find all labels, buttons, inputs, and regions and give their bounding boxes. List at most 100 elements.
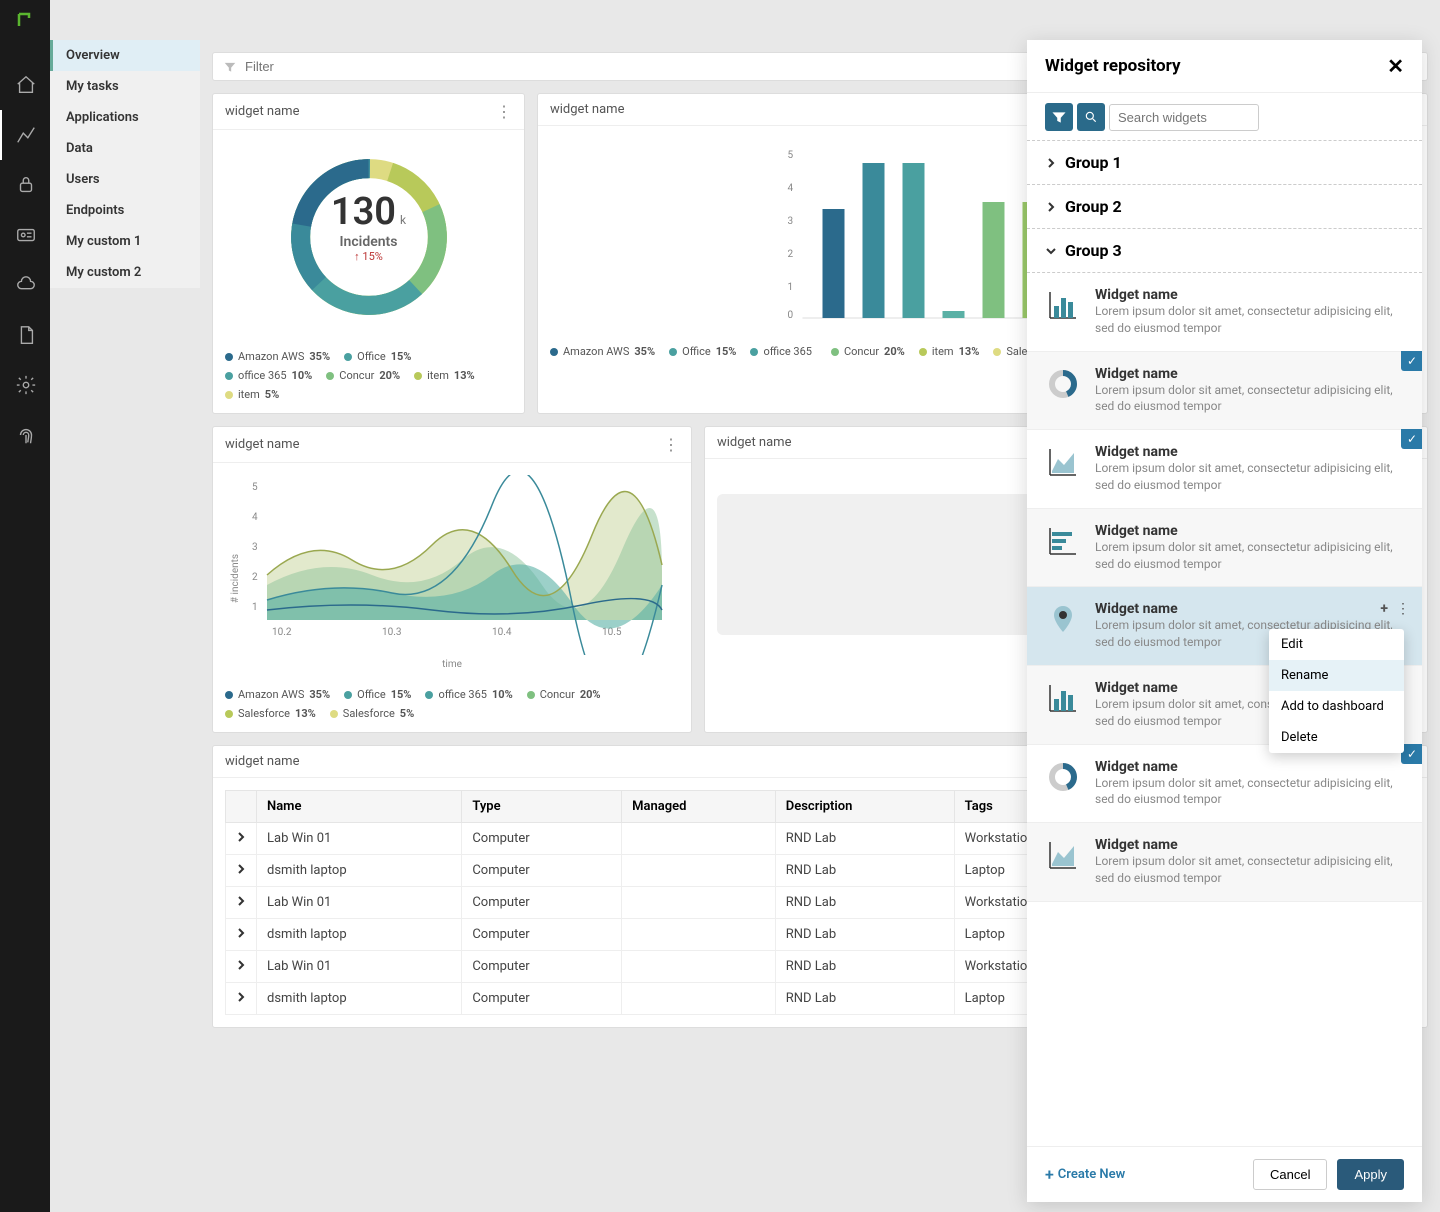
table-header[interactable]: Type <box>462 791 622 823</box>
table-header[interactable] <box>226 791 257 823</box>
legend-item: Concur 20% <box>527 688 601 701</box>
table-cell: dsmith laptop <box>257 983 462 1015</box>
table-header[interactable]: Description <box>775 791 954 823</box>
menu-delete[interactable]: Delete <box>1269 722 1404 753</box>
table-cell <box>226 887 257 919</box>
svg-text:1: 1 <box>788 282 794 293</box>
nav-security-icon[interactable] <box>0 160 50 210</box>
legend-item: office 365 10% <box>425 688 512 701</box>
group-header-1[interactable]: Group 1 <box>1027 140 1422 185</box>
chevron-right-icon[interactable] <box>236 992 246 1002</box>
svg-text:10.2: 10.2 <box>272 627 292 638</box>
widget-menu-icon[interactable]: ⋮ <box>496 102 512 121</box>
bar-chart-icon <box>1045 680 1081 716</box>
nav-users-icon[interactable] <box>0 210 50 260</box>
close-icon[interactable]: ✕ <box>1387 54 1404 78</box>
widget-item[interactable]: ✓ Widget nameLorem ipsum dolor sit amet,… <box>1027 430 1422 509</box>
table-cell: RND Lab <box>775 983 954 1015</box>
menu-add-dashboard[interactable]: Add to dashboard <box>1269 691 1404 722</box>
sidebar-item-endpoints[interactable]: Endpoints <box>50 195 200 226</box>
check-badge-icon: ✓ <box>1401 744 1422 764</box>
widget-area: widget name ⋮ # incidents 54321 10.210.3… <box>212 426 692 733</box>
widget-item[interactable]: Widget nameLorem ipsum dolor sit amet, c… <box>1027 509 1422 588</box>
svg-text:3: 3 <box>252 542 258 553</box>
legend-item: item 5% <box>225 388 279 401</box>
chevron-right-icon[interactable] <box>236 864 246 874</box>
svg-text:4: 4 <box>252 512 258 523</box>
nav-settings-icon[interactable] <box>0 360 50 410</box>
chevron-right-icon[interactable] <box>236 960 246 970</box>
svg-text:10.5: 10.5 <box>602 627 622 638</box>
table-cell: Lab Win 01 <box>257 951 462 983</box>
table-cell <box>226 823 257 855</box>
chevron-right-icon[interactable] <box>236 896 246 906</box>
apply-button[interactable]: Apply <box>1337 1159 1404 1190</box>
donut-value: 130 <box>331 190 396 234</box>
legend-item: Office 15% <box>344 350 411 363</box>
filter-button[interactable] <box>1045 103 1073 131</box>
table-cell <box>622 823 776 855</box>
donut-legend: Amazon AWS 35%Office 15%office 365 10%Co… <box>213 344 524 413</box>
menu-rename[interactable]: Rename <box>1269 660 1404 691</box>
nav-home-icon[interactable] <box>0 60 50 110</box>
filter-icon <box>223 60 237 74</box>
search-button[interactable] <box>1077 103 1105 131</box>
widget-title: widget name <box>225 437 299 452</box>
nav-document-icon[interactable] <box>0 310 50 360</box>
sidebar-item-mytasks[interactable]: My tasks <box>50 71 200 102</box>
chevron-down-icon <box>1045 245 1057 257</box>
table-header[interactable]: Name <box>257 791 462 823</box>
legend-item: Office 15% <box>669 345 736 358</box>
kebab-icon[interactable]: ⋮ <box>1396 601 1410 617</box>
table-cell: Computer <box>462 951 622 983</box>
widget-item[interactable]: Widget nameLorem ipsum dolor sit amet, c… <box>1027 823 1422 902</box>
menu-edit[interactable]: Edit <box>1269 629 1404 660</box>
sidebar-item-custom1[interactable]: My custom 1 <box>50 226 200 257</box>
legend-item: Concur 20% <box>326 369 400 382</box>
widget-item[interactable]: Widget nameLorem ipsum dolor sit amet, c… <box>1027 273 1422 352</box>
group-header-3[interactable]: Group 3 <box>1027 228 1422 273</box>
cancel-button[interactable]: Cancel <box>1253 1159 1327 1190</box>
context-menu: Edit Rename Add to dashboard Delete <box>1269 629 1404 753</box>
sidebar-item-users[interactable]: Users <box>50 164 200 195</box>
donut-label: Incidents <box>331 234 406 250</box>
widget-item[interactable]: ✓ Widget nameLorem ipsum dolor sit amet,… <box>1027 745 1422 824</box>
widget-item-desc: Lorem ipsum dolor sit amet, consectetur … <box>1095 853 1404 887</box>
table-cell <box>226 951 257 983</box>
sidebar-item-applications[interactable]: Applications <box>50 102 200 133</box>
search-input[interactable] <box>1109 104 1259 131</box>
group-header-2[interactable]: Group 2 <box>1027 184 1422 229</box>
legend-item: item 13% <box>414 369 475 382</box>
nav-cloud-icon[interactable] <box>0 260 50 310</box>
nav-analytics-icon[interactable] <box>0 110 50 160</box>
sidebar-item-data[interactable]: Data <box>50 133 200 164</box>
widget-item-desc: Lorem ipsum dolor sit amet, consectetur … <box>1095 382 1404 416</box>
widget-menu-icon[interactable]: ⋮ <box>663 435 679 454</box>
table-header[interactable]: Managed <box>622 791 776 823</box>
svg-text:2: 2 <box>788 249 794 260</box>
table-cell: Lab Win 01 <box>257 887 462 919</box>
table-cell <box>622 855 776 887</box>
legend-item: Office 15% <box>344 688 411 701</box>
svg-text:4: 4 <box>788 183 794 194</box>
table-cell: dsmith laptop <box>257 855 462 887</box>
donut-delta: ↑ 15% <box>331 250 406 263</box>
table-cell <box>622 983 776 1015</box>
widget-item-name: Widget name <box>1095 759 1404 775</box>
add-icon[interactable]: + <box>1380 601 1388 617</box>
widget-item-name: Widget name <box>1095 837 1404 853</box>
widget-item[interactable]: ✓ Widget nameLorem ipsum dolor sit amet,… <box>1027 352 1422 431</box>
sidebar-item-overview[interactable]: Overview <box>50 40 200 71</box>
create-new-button[interactable]: + Create New <box>1045 1165 1125 1184</box>
widget-title: widget name <box>717 435 791 450</box>
table-cell: RND Lab <box>775 855 954 887</box>
chevron-right-icon[interactable] <box>236 832 246 842</box>
chevron-right-icon[interactable] <box>236 928 246 938</box>
nav-fingerprint-icon[interactable] <box>0 410 50 460</box>
table-cell: Computer <box>462 855 622 887</box>
sidebar-item-custom2[interactable]: My custom 2 <box>50 257 200 288</box>
widget-title: widget name <box>225 754 299 769</box>
legend-item: Concur 20% <box>831 345 905 358</box>
widget-item-desc: Lorem ipsum dolor sit amet, consectetur … <box>1095 539 1404 573</box>
widget-item-selected[interactable]: Widget nameLorem ipsum dolor sit amet, c… <box>1027 587 1422 666</box>
